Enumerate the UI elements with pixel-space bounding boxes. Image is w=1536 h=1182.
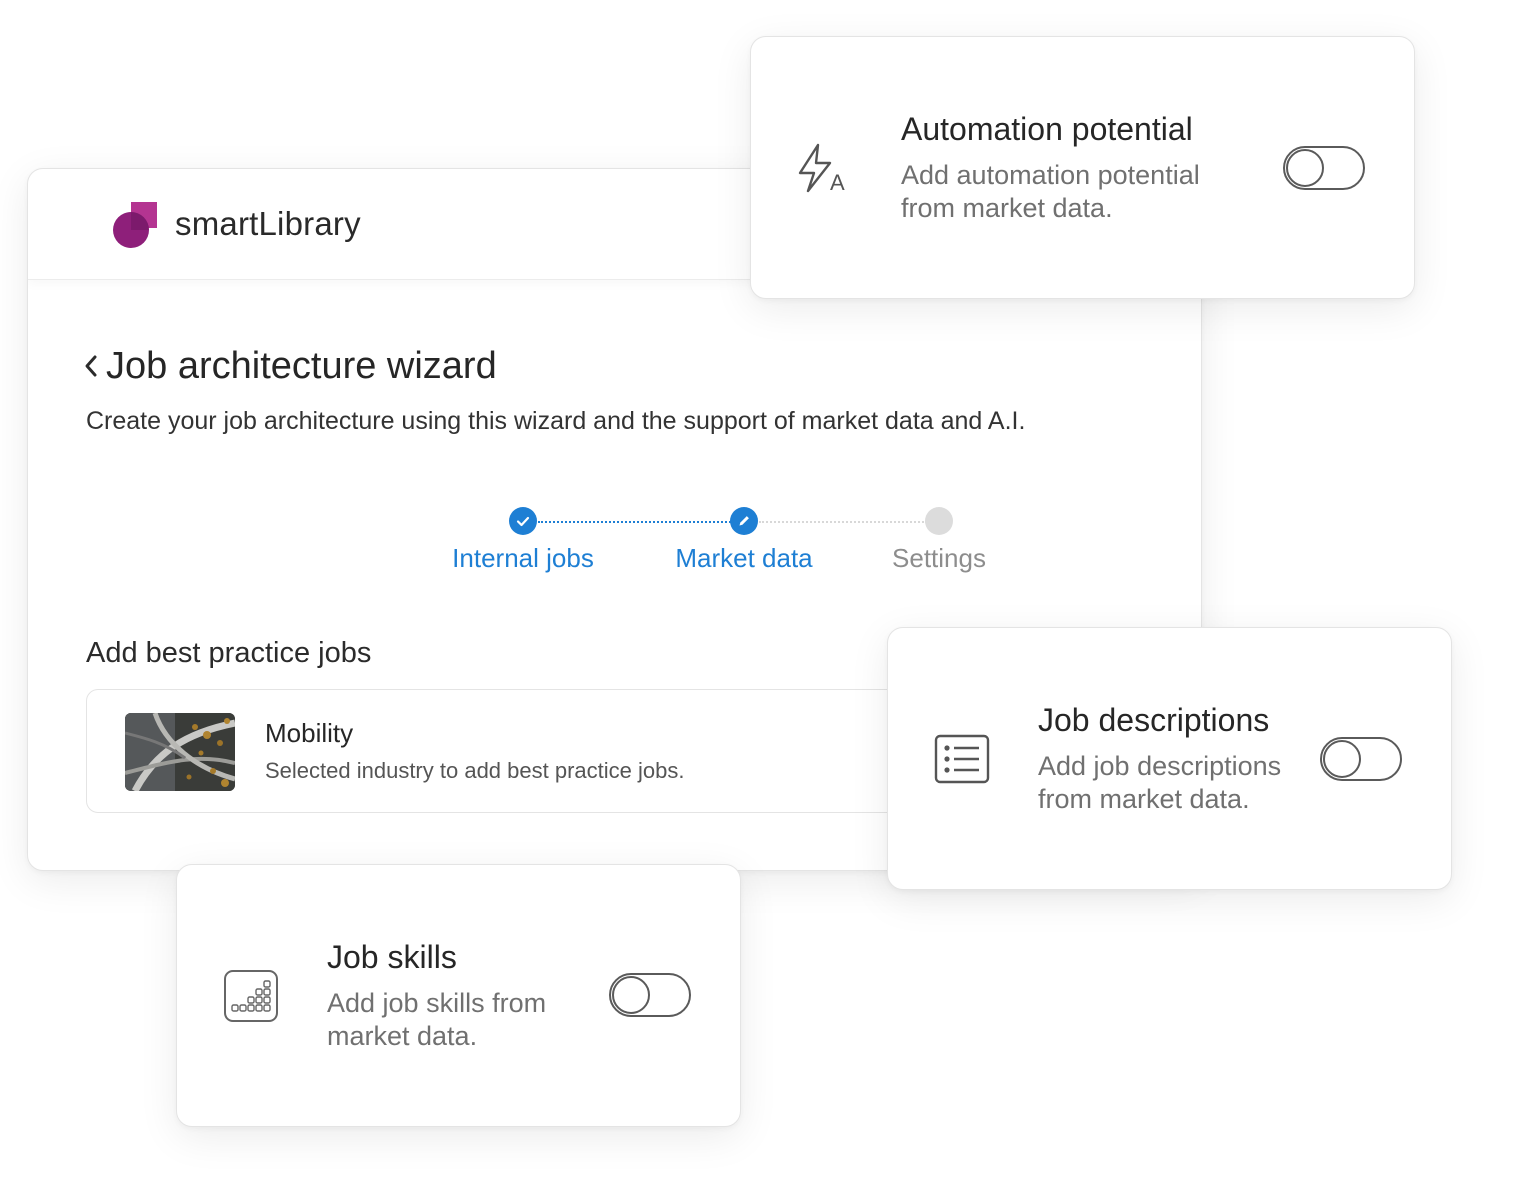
toggle-knob: [612, 976, 650, 1014]
feature-description: Add automation potential from market dat…: [901, 160, 1200, 223]
page-title: Job architecture wizard: [106, 345, 497, 387]
job-skills-toggle[interactable]: [609, 973, 691, 1017]
feature-title: Job descriptions: [1038, 702, 1270, 738]
job-skills-card: Job skills Add job skills from market da…: [176, 864, 741, 1127]
step-settings[interactable]: Settings: [892, 543, 986, 574]
highway-aerial-image: [125, 713, 235, 791]
svg-text:A: A: [830, 170, 845, 193]
smartlibrary-logo-icon: [113, 202, 157, 248]
step-internal-jobs[interactable]: Internal jobs: [452, 543, 594, 574]
step-internal-jobs-indicator[interactable]: [509, 507, 537, 535]
step-market-data-indicator[interactable]: [730, 507, 758, 535]
check-icon: [516, 516, 530, 527]
job-descriptions-card: Job descriptions Add job descriptions fr…: [887, 627, 1452, 890]
feature-description: Add job skills from market data.: [327, 988, 547, 1051]
chevron-left-icon[interactable]: [83, 353, 99, 379]
list-document-icon: [934, 734, 990, 784]
step-settings-indicator[interactable]: [925, 507, 953, 535]
skills-grid-icon: [224, 970, 278, 1022]
pencil-icon: [739, 516, 749, 526]
step-market-data[interactable]: Market data: [675, 543, 812, 574]
step-connector: [759, 521, 927, 523]
feature-title: Job skills: [327, 939, 457, 975]
toggle-knob: [1286, 149, 1324, 187]
job-descriptions-toggle[interactable]: [1320, 737, 1402, 781]
feature-title: Automation potential: [901, 111, 1193, 147]
toggle-knob: [1323, 740, 1361, 778]
page-subtitle: Create your job architecture using this …: [86, 407, 1026, 435]
feature-description: Add job descriptions from market data.: [1038, 751, 1282, 814]
industry-name: Mobility: [265, 718, 354, 748]
automation-potential-card: A Automation potential Add automation po…: [750, 36, 1415, 299]
automation-potential-toggle[interactable]: [1283, 146, 1365, 190]
lightning-automation-icon: A: [798, 143, 845, 193]
section-title: Add best practice jobs: [86, 637, 372, 669]
industry-description: Selected industry to add best practice j…: [265, 758, 685, 783]
brand-name: smartLibrary: [175, 205, 361, 242]
step-connector: [538, 521, 731, 523]
